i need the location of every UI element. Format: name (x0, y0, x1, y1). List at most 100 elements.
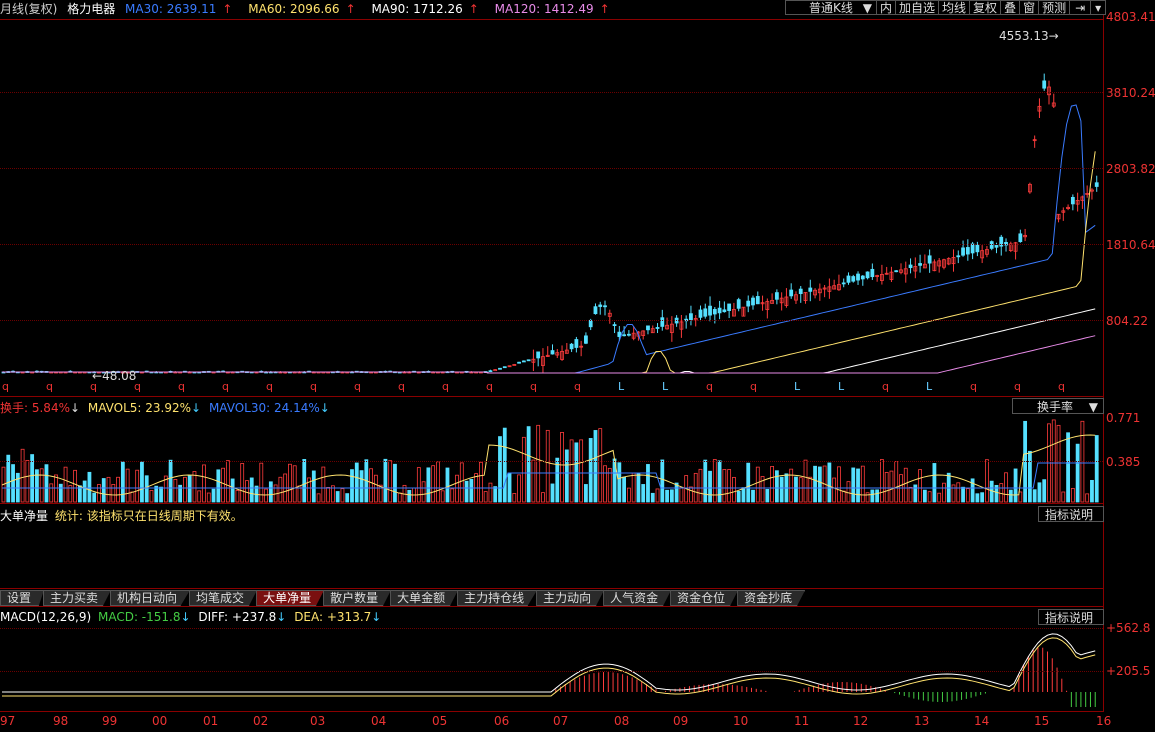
turnover-indicator-select[interactable]: 换手率 ▼ (1012, 398, 1104, 414)
tab-8[interactable]: 主力动向 (536, 590, 605, 606)
event-marker[interactable]: q (46, 380, 53, 393)
turnover-bar (765, 488, 770, 503)
candlestick (951, 249, 956, 272)
turnover-bar (58, 483, 63, 503)
turnover-bar (741, 487, 746, 503)
bigorder-help-button[interactable]: 指标说明 (1038, 506, 1104, 522)
candlestick (708, 296, 712, 322)
top-border (0, 19, 1104, 20)
event-marker[interactable]: q (750, 380, 757, 393)
candlestick (942, 258, 946, 270)
candlestick (875, 274, 880, 282)
tab-4[interactable]: 大单净量 (256, 590, 325, 606)
price-tick: 1810.64 (1106, 238, 1155, 252)
toolbar-button-window[interactable]: 窗 (1019, 0, 1040, 15)
x-tick-98: 98 (53, 714, 69, 728)
toolbar-button-ma[interactable]: 均线 (938, 0, 971, 15)
event-marker[interactable]: q (310, 380, 317, 393)
candlestick (899, 263, 903, 275)
turnover-bar (774, 470, 779, 503)
event-marker[interactable]: q (442, 380, 449, 393)
candlestick (555, 348, 560, 359)
turnover-bar (292, 465, 297, 503)
turnover-bar (560, 431, 564, 503)
toolbar-button-forecast[interactable]: 预测 (1038, 0, 1071, 15)
event-marker[interactable]: q (882, 380, 889, 393)
panel-toggle-icon[interactable]: ⇥ (1069, 0, 1092, 15)
event-marker[interactable]: L (618, 380, 625, 393)
macd-help-button[interactable]: 指标说明 (1038, 609, 1104, 625)
toolbar-button-overlay[interactable]: 叠 (1000, 0, 1021, 15)
candlestick (837, 274, 841, 291)
candlestick (1018, 229, 1023, 243)
tab-3[interactable]: 均笔成交 (189, 590, 258, 606)
event-marker[interactable]: L (794, 380, 801, 393)
event-marker[interactable]: q (398, 380, 405, 393)
turnover-bar (187, 475, 192, 503)
turnover-bar (751, 489, 755, 503)
candlestick (841, 278, 846, 288)
event-marker[interactable]: q (354, 380, 361, 393)
up-arrow-icon: ↑ (222, 2, 233, 16)
tab-0[interactable]: 设置 (0, 590, 45, 606)
turnover-bar (431, 465, 436, 503)
tab-1[interactable]: 主力买卖 (43, 590, 112, 606)
event-marker[interactable]: q (1058, 380, 1065, 393)
event-marker[interactable]: q (486, 380, 493, 393)
event-marker[interactable]: q (266, 380, 273, 393)
event-marker[interactable]: q (1014, 380, 1021, 393)
candlestick (1056, 213, 1061, 223)
event-marker[interactable]: q (530, 380, 537, 393)
event-marker[interactable]: q (574, 380, 581, 393)
turnover-bar (493, 486, 498, 503)
turnover-bar (259, 462, 264, 503)
turnover-bar (550, 483, 555, 503)
event-marker[interactable]: q (222, 380, 229, 393)
turnover-bar (736, 490, 741, 503)
tab-5[interactable]: 散户数量 (323, 590, 392, 606)
turnover-bar (39, 468, 44, 503)
candlestick (860, 274, 865, 286)
x-tick-14: 14 (974, 714, 990, 728)
tab-6[interactable]: 大单金额 (390, 590, 459, 606)
candlestick (755, 291, 760, 305)
candlestick (817, 283, 822, 301)
turnover-bar (1070, 488, 1075, 503)
turnover-bar (808, 476, 813, 503)
event-marker[interactable]: L (838, 380, 845, 393)
chart-type-select[interactable]: 普通K线 ▼ (785, 0, 877, 15)
turnover-bar (779, 476, 784, 503)
event-marker[interactable]: q (2, 380, 9, 393)
toolbar-button-add-watchlist[interactable]: 加自选 (895, 0, 940, 15)
event-marker[interactable]: q (178, 380, 185, 393)
ma-line (2, 335, 1096, 374)
toolbar-button-inner[interactable]: 内 (876, 0, 897, 15)
diff-line (2, 633, 1096, 693)
candlestick (550, 344, 555, 355)
event-marker[interactable]: L (662, 380, 669, 393)
tab-9[interactable]: 人气资金 (603, 590, 672, 606)
turnover-bar (459, 462, 464, 503)
menu-dropdown-icon[interactable]: ▾ (1090, 0, 1107, 15)
bigorder-header: 大单净量 统计: 该指标只在日线周期下有效。 (0, 507, 243, 524)
price-tick: 2803.82 (1106, 162, 1155, 176)
tab-7[interactable]: 主力持仓线 (457, 590, 538, 606)
event-marker[interactable]: q (706, 380, 713, 393)
tab-10[interactable]: 资金仓位 (670, 590, 739, 606)
tab-11[interactable]: 资金抄底 (737, 590, 806, 606)
event-marker[interactable]: L (926, 380, 933, 393)
event-marker[interactable]: q (970, 380, 977, 393)
toolbar-button-adjust[interactable]: 复权 (969, 0, 1002, 15)
turnover-bar (856, 468, 860, 503)
candlestick (1085, 185, 1090, 198)
turnover-bar (225, 460, 230, 503)
tab-2[interactable]: 机构日动向 (110, 590, 191, 606)
dropdown-arrow-icon: ▼ (862, 1, 872, 15)
turnover-bar (245, 480, 249, 503)
x-tick-02: 02 (253, 714, 269, 728)
turnover-bar (335, 491, 340, 503)
turnover-panel-bottom (0, 503, 1104, 504)
candlestick (937, 258, 942, 273)
up-arrow-icon: ↑ (345, 2, 356, 16)
candlestick (536, 351, 541, 367)
